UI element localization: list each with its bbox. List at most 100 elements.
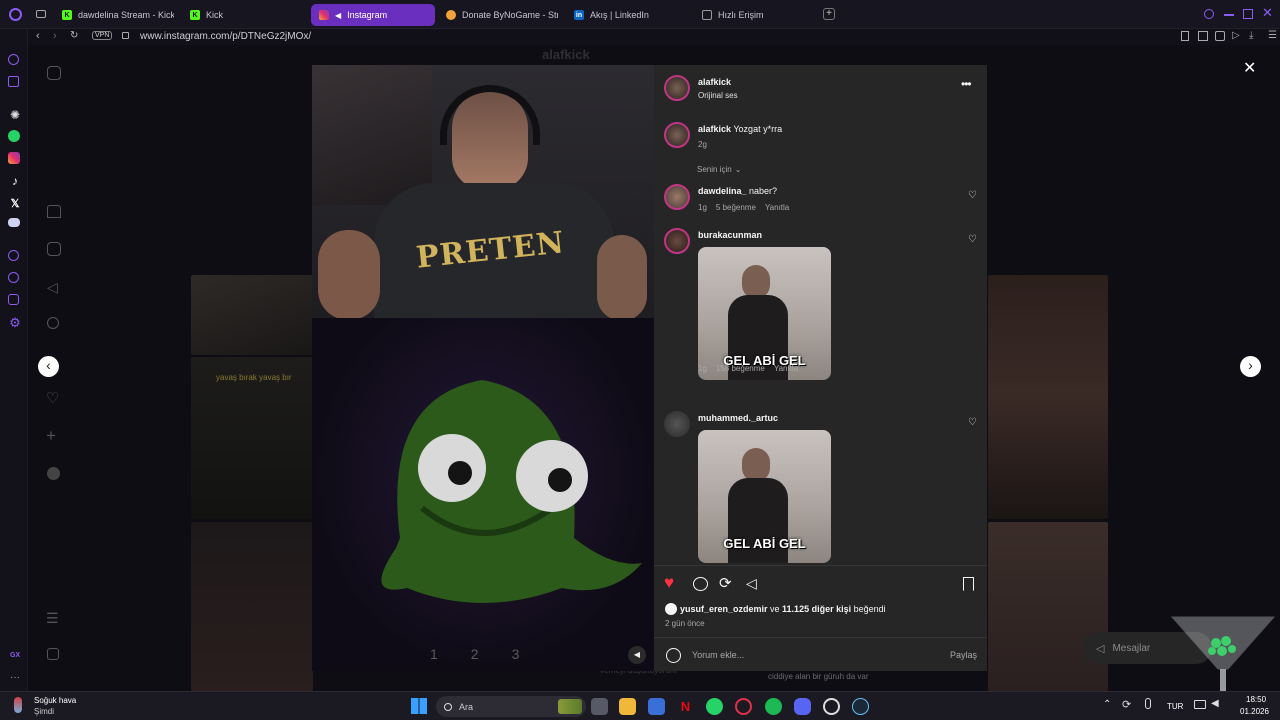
ig-nav-meta-icon[interactable] xyxy=(47,648,59,660)
comment-gif[interactable]: GEL ABİ GEL xyxy=(698,247,831,380)
share-icon[interactable]: ◁ xyxy=(746,575,757,592)
comment-likes[interactable]: 158 beğenme xyxy=(716,364,765,373)
comment-username[interactable]: burakacunman xyxy=(698,230,762,240)
aria-icon[interactable] xyxy=(8,54,19,65)
avatar[interactable] xyxy=(664,184,690,210)
network-icon[interactable] xyxy=(1194,700,1206,709)
netflix-icon[interactable]: N xyxy=(677,698,694,715)
comment-likes[interactable]: 5 beğenme xyxy=(716,203,756,212)
settings-icon[interactable]: ⚙ xyxy=(8,315,22,330)
likes-summary[interactable]: yusuf_eren_ozdemir ve 11.125 diğer kişi … xyxy=(665,603,886,615)
ig-nav-send-icon[interactable]: ◁ xyxy=(47,279,58,296)
gx-icon[interactable]: GX xyxy=(8,648,22,662)
player-sidebar-icon[interactable] xyxy=(8,250,19,261)
crypto-wallet-icon[interactable] xyxy=(8,76,19,87)
whatsapp-icon[interactable] xyxy=(706,698,723,715)
ig-nav-search-icon[interactable] xyxy=(47,317,59,329)
task-view-icon[interactable] xyxy=(591,698,608,715)
post-comment-button[interactable]: Paylaş xyxy=(950,650,977,660)
like-comment-icon[interactable]: ♡ xyxy=(968,190,977,201)
repost-icon[interactable]: ⟳ xyxy=(719,574,732,592)
taskbar-search[interactable]: Ara xyxy=(436,696,586,717)
speaker-icon[interactable]: ◀ xyxy=(335,11,341,20)
ig-nav-notifications-icon[interactable]: ♡ xyxy=(46,389,59,407)
windows-start-icon[interactable] xyxy=(411,698,427,714)
language-indicator[interactable]: TUR xyxy=(1167,702,1183,711)
comment-username[interactable]: dawdelina_ xyxy=(698,186,747,196)
close-modal-button[interactable]: ✕ xyxy=(1243,58,1256,78)
x-icon[interactable]: 𝕏 xyxy=(8,196,22,210)
caption-username[interactable]: alafkick xyxy=(698,124,731,134)
vpn-badge[interactable]: VPN xyxy=(92,31,113,40)
minimize-button[interactable] xyxy=(1224,14,1234,16)
ig-nav-instagram-icon[interactable] xyxy=(47,66,61,80)
clock-date[interactable]: 01.2026 xyxy=(1240,707,1269,716)
tab-instagram[interactable]: ◀ Instagram xyxy=(311,4,435,26)
tab-speed-dial[interactable]: Hızlı Erişim xyxy=(694,4,818,26)
comment-username[interactable]: muhammed._artuc xyxy=(698,413,778,423)
ig-nav-home-icon[interactable] xyxy=(47,205,61,218)
mute-button[interactable]: ◀ xyxy=(628,646,646,664)
like-comment-icon[interactable]: ♡ xyxy=(968,417,977,428)
back-icon[interactable]: ‹ xyxy=(36,30,40,42)
comment-gif[interactable]: GEL ABİ GEL xyxy=(698,430,831,563)
url-field[interactable]: www.instagram.com/p/DTNeGz2jMOx/ xyxy=(140,31,311,42)
download-icon[interactable]: ⤓ xyxy=(1249,30,1253,41)
tray-chevron-icon[interactable]: ⌃ xyxy=(1103,699,1111,710)
weather-widget[interactable]: Soğuk hava Şimdi xyxy=(10,694,100,718)
ig-nav-more-icon[interactable]: ☰ xyxy=(46,610,59,627)
author-username[interactable]: alafkick xyxy=(698,77,731,87)
ig-nav-create-icon[interactable]: + xyxy=(46,426,56,446)
post-video[interactable]: PRETEN 1 2 3 ◀ xyxy=(312,65,654,671)
discord-icon[interactable] xyxy=(8,218,20,227)
comment-input[interactable]: Yorum ekle... xyxy=(692,650,744,660)
spotify-icon[interactable] xyxy=(765,698,782,715)
new-tab-button[interactable]: + xyxy=(823,8,835,20)
sync-icon[interactable]: ⟳ xyxy=(1122,698,1131,711)
instagram-icon[interactable] xyxy=(8,152,20,164)
opera-gx-icon[interactable] xyxy=(735,698,752,715)
next-post-button[interactable]: › xyxy=(1240,356,1261,377)
chatgpt-icon[interactable] xyxy=(823,698,840,715)
store-icon[interactable] xyxy=(648,698,665,715)
comment-sort-dropdown[interactable]: Senin için ⌄ xyxy=(697,165,741,174)
comment-icon[interactable] xyxy=(693,577,708,591)
microphone-icon[interactable] xyxy=(1145,698,1151,709)
tab-linkedin[interactable]: in Akış | LinkedIn xyxy=(566,4,690,26)
steam-icon[interactable] xyxy=(852,698,869,715)
avatar[interactable] xyxy=(664,122,690,148)
opera-logo-icon[interactable] xyxy=(9,8,22,21)
save-bookmark-icon[interactable] xyxy=(963,577,974,591)
tab-kick[interactable]: K Kick xyxy=(182,4,302,26)
reload-icon[interactable]: ↻ xyxy=(70,30,78,41)
whatsapp-icon[interactable] xyxy=(8,130,20,142)
avatar[interactable] xyxy=(664,75,690,101)
ig-nav-reels-icon[interactable] xyxy=(47,242,61,256)
menu-icon[interactable]: ☰ xyxy=(1268,30,1277,41)
liked-heart-icon[interactable]: ♥ xyxy=(664,574,674,591)
more-icon[interactable]: ··· xyxy=(8,670,22,684)
clock-time[interactable]: 18:50 xyxy=(1246,695,1266,704)
reply-button[interactable]: Yanıtla xyxy=(774,364,798,373)
emoji-icon[interactable] xyxy=(666,648,681,663)
discord-icon[interactable] xyxy=(794,698,811,715)
player-icon[interactable]: ▷ xyxy=(1232,30,1240,41)
more-options-icon[interactable]: ••• xyxy=(961,77,972,91)
chatgpt-icon[interactable]: ✺ xyxy=(8,108,22,122)
avatar[interactable] xyxy=(664,228,690,254)
tab-kick-stream[interactable]: K dawdelina Stream - Kick D xyxy=(54,4,174,26)
forward-icon[interactable]: › xyxy=(53,30,57,42)
file-explorer-icon[interactable] xyxy=(619,698,636,715)
snapshot-icon[interactable] xyxy=(1198,31,1208,41)
reply-button[interactable]: Yanıtla xyxy=(765,203,789,212)
volume-icon[interactable]: ◀ xyxy=(1211,698,1219,709)
close-window-button[interactable]: ✕ xyxy=(1262,5,1273,21)
search-tabs-icon[interactable] xyxy=(1204,9,1214,19)
maximize-button[interactable] xyxy=(1243,9,1253,19)
ig-nav-profile-icon[interactable] xyxy=(47,467,60,480)
like-comment-icon[interactable]: ♡ xyxy=(968,234,977,245)
previous-post-button[interactable]: ‹ xyxy=(38,356,59,377)
extensions-icon[interactable] xyxy=(8,294,19,305)
tab-donate[interactable]: Donate ByNoGame - Strea xyxy=(438,4,558,26)
avatar[interactable] xyxy=(664,411,690,437)
